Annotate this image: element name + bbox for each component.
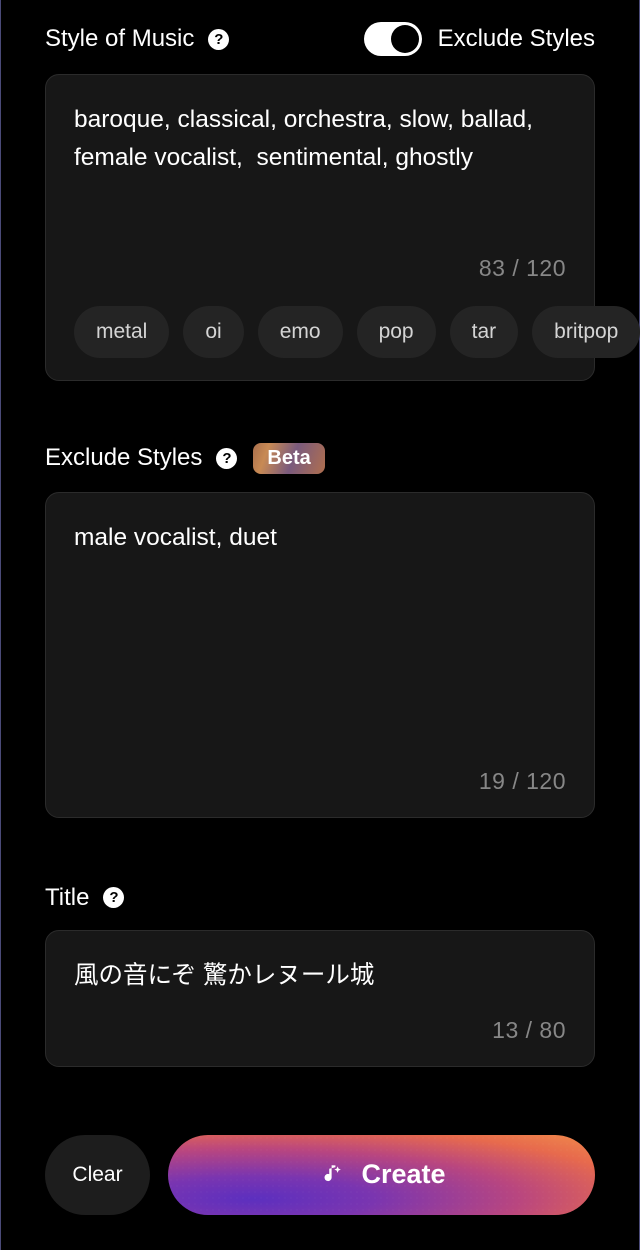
style-header: Style of Music ? Exclude Styles bbox=[45, 22, 595, 56]
style-input-card[interactable]: baroque, classical, orchestra, slow, bal… bbox=[45, 74, 595, 381]
exclude-header: Exclude Styles ? Beta bbox=[45, 443, 595, 474]
exclude-input-text[interactable]: male vocalist, duet bbox=[74, 519, 566, 557]
title-counter: 13 / 80 bbox=[74, 1017, 566, 1044]
style-counter: 83 / 120 bbox=[74, 255, 566, 282]
style-suggestion-chips: metal oi emo pop tar britpop bbox=[74, 306, 566, 358]
help-icon[interactable]: ? bbox=[216, 448, 237, 469]
chip-britpop[interactable]: britpop bbox=[532, 306, 640, 358]
footer-actions: Clear Create bbox=[45, 1135, 595, 1215]
chip-emo[interactable]: emo bbox=[258, 306, 343, 358]
title-label: Title bbox=[45, 884, 89, 912]
clear-button[interactable]: Clear bbox=[45, 1135, 150, 1215]
help-icon[interactable]: ? bbox=[208, 29, 229, 50]
create-button-label: Create bbox=[361, 1159, 445, 1190]
exclude-counter: 19 / 120 bbox=[74, 768, 566, 795]
toggle-knob bbox=[391, 25, 419, 53]
title-header: Title ? bbox=[45, 884, 595, 912]
chip-oi[interactable]: oi bbox=[183, 306, 243, 358]
exclude-label: Exclude Styles bbox=[45, 444, 202, 472]
music-sparkle-icon bbox=[317, 1162, 343, 1188]
style-input-text[interactable]: baroque, classical, orchestra, slow, bal… bbox=[74, 101, 566, 177]
exclude-toggle[interactable] bbox=[364, 22, 422, 56]
title-input-card[interactable]: 風の音にぞ 驚かレヌール城 13 / 80 bbox=[45, 930, 595, 1067]
title-input-text[interactable]: 風の音にぞ 驚かレヌール城 bbox=[74, 957, 566, 995]
beta-badge: Beta bbox=[253, 443, 324, 474]
exclude-input-card[interactable]: male vocalist, duet 19 / 120 bbox=[45, 492, 595, 818]
chip-tar[interactable]: tar bbox=[450, 306, 519, 358]
create-button[interactable]: Create bbox=[168, 1135, 595, 1215]
exclude-toggle-label: Exclude Styles bbox=[438, 25, 595, 53]
help-icon[interactable]: ? bbox=[103, 887, 124, 908]
chip-metal[interactable]: metal bbox=[74, 306, 169, 358]
chip-pop[interactable]: pop bbox=[357, 306, 436, 358]
style-label: Style of Music bbox=[45, 25, 194, 53]
